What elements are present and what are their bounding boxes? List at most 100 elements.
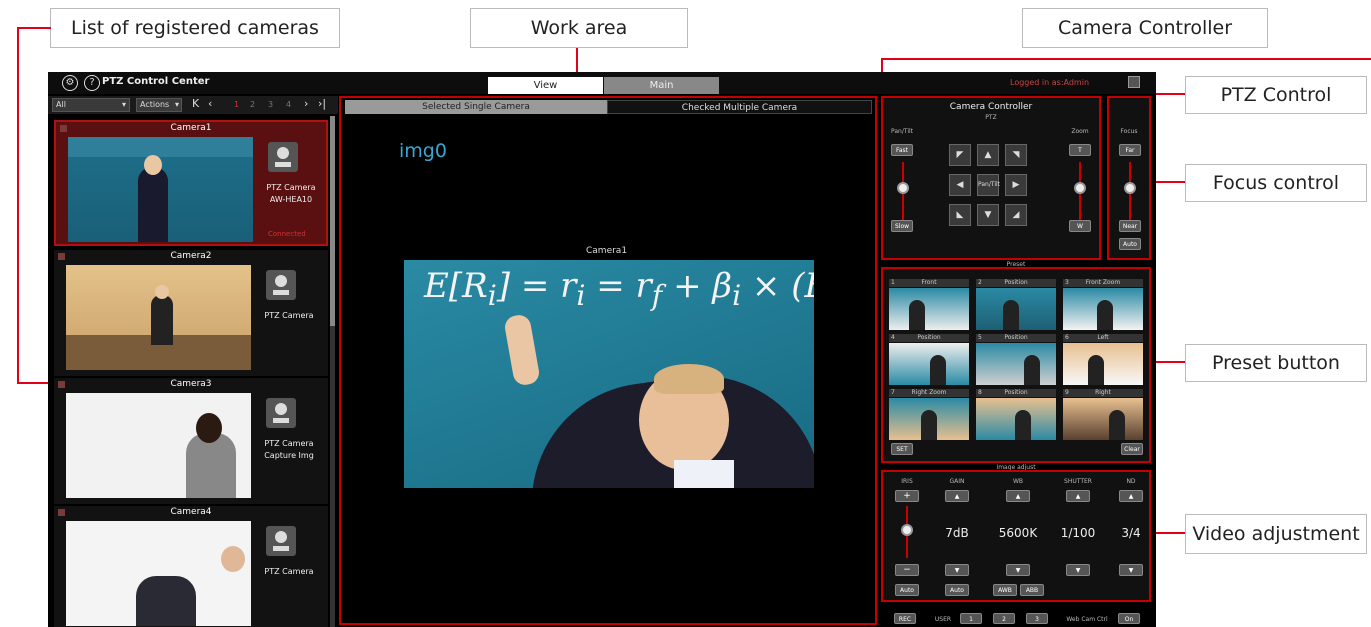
page-2[interactable]: 2 xyxy=(250,100,255,109)
camera-list-scrollbar[interactable] xyxy=(330,116,335,627)
camera-preview xyxy=(66,393,251,498)
camera-preview xyxy=(66,265,251,370)
preset-thumbnail-figure xyxy=(1024,355,1040,385)
iris-minus-button[interactable]: − xyxy=(895,564,919,576)
actions-select[interactable]: Actions ▾ xyxy=(136,98,182,112)
nd-down-button[interactable]: ▼ xyxy=(1119,564,1143,576)
preset-label-text: Position xyxy=(917,334,941,341)
gain-up-button[interactable]: ▲ xyxy=(945,490,969,502)
tab-view[interactable]: View xyxy=(488,77,603,94)
preset-clear-button[interactable]: Clear xyxy=(1121,443,1143,455)
tab-single-camera[interactable]: Selected Single Camera xyxy=(345,100,607,114)
camera-card[interactable]: Camera2 PTZ Camera xyxy=(54,250,328,376)
user-label: USER xyxy=(934,616,952,623)
pantilt-slow-button[interactable]: Slow xyxy=(891,220,913,232)
down-triangle-icon: ▼ xyxy=(954,567,960,574)
actions-label: Actions xyxy=(140,100,170,109)
shutter-label: SHUTTER xyxy=(1064,478,1092,485)
camera-card[interactable]: Camera4 PTZ Camera xyxy=(54,506,328,627)
preset-button[interactable]: 8 Position xyxy=(976,389,1056,441)
preset-button[interactable]: 5 Position xyxy=(976,334,1056,386)
up-left-arrow-icon[interactable]: ◤ xyxy=(949,144,971,166)
preset-button[interactable]: 1 Front xyxy=(889,279,969,331)
preset-thumbnail xyxy=(1063,398,1143,440)
camera-card[interactable]: Camera3 PTZ Camera Capture Img xyxy=(54,378,328,504)
preset-thumbnail-figure xyxy=(909,300,925,330)
camera-name: Camera2 xyxy=(170,251,212,261)
right-arrow-icon[interactable]: ▶ xyxy=(1005,174,1027,196)
preset-button[interactable]: 6 Left xyxy=(1063,334,1143,386)
awb-button[interactable]: AWB xyxy=(993,584,1017,596)
iris-slider[interactable] xyxy=(901,524,913,536)
shutter-down-button[interactable]: ▼ xyxy=(1066,564,1090,576)
webcam-on-button[interactable]: On xyxy=(1118,613,1140,624)
callout-focus: Focus control xyxy=(1185,164,1367,202)
preset-button[interactable]: 3 Front Zoom xyxy=(1063,279,1143,331)
nd-label: ND xyxy=(1126,478,1136,485)
zoom-slider[interactable] xyxy=(1074,182,1086,194)
page-1[interactable]: 1 xyxy=(234,100,239,109)
preset-label-text: Position xyxy=(1004,334,1028,341)
gain-auto-button[interactable]: Auto xyxy=(945,584,969,596)
camera-status: Connected xyxy=(268,230,306,238)
preset-set-button[interactable]: SET xyxy=(891,443,913,455)
focus-far-button[interactable]: Far xyxy=(1119,144,1141,156)
down-arrow-icon[interactable]: ▼ xyxy=(977,204,999,226)
tab-main[interactable]: Main xyxy=(604,77,719,94)
down-triangle-icon: ▼ xyxy=(1128,567,1134,574)
camera-name: Camera1 xyxy=(170,123,212,133)
next-page-icon[interactable]: › xyxy=(304,97,308,110)
group-select[interactable]: All ▾ xyxy=(52,98,130,112)
left-arrow-icon[interactable]: ◀ xyxy=(949,174,971,196)
up-right-arrow-icon[interactable]: ◥ xyxy=(1005,144,1027,166)
focus-near-button[interactable]: Near xyxy=(1119,220,1141,232)
app-title: PTZ Control Center xyxy=(102,76,210,87)
pantilt-home-button[interactable]: Pan/Tilt xyxy=(977,174,1000,196)
rec-button[interactable]: REC xyxy=(894,613,916,624)
preset-button[interactable]: 2 Position xyxy=(976,279,1056,331)
camera-card[interactable]: Camera1 PTZ Camera AW-HEA10 Connected xyxy=(54,120,328,246)
iris-plus-button[interactable]: + xyxy=(895,490,919,502)
abb-button[interactable]: ABB xyxy=(1020,584,1044,596)
logout-button[interactable] xyxy=(1128,76,1140,88)
wb-up-button[interactable]: ▲ xyxy=(1006,490,1030,502)
down-left-arrow-icon[interactable]: ◣ xyxy=(949,204,971,226)
page-3[interactable]: 3 xyxy=(268,100,273,109)
preset-number: 1 xyxy=(891,279,895,286)
gain-down-button[interactable]: ▼ xyxy=(945,564,969,576)
work-area: Selected Single Camera Checked Multiple … xyxy=(339,96,877,625)
page-4[interactable]: 4 xyxy=(286,100,291,109)
down-right-arrow-icon[interactable]: ◢ xyxy=(1005,204,1027,226)
wb-down-button[interactable]: ▼ xyxy=(1006,564,1030,576)
preset-thumbnail-figure xyxy=(930,355,946,385)
preset-button[interactable]: 9 Right xyxy=(1063,389,1143,441)
up-arrow-icon[interactable]: ▲ xyxy=(977,144,999,166)
zoom-wide-button[interactable]: W xyxy=(1069,220,1091,232)
zoom-label: Zoom xyxy=(1071,128,1089,135)
help-icon[interactable]: ? xyxy=(84,75,100,91)
user-button-3[interactable]: 3 xyxy=(1026,613,1048,624)
preset-button[interactable]: 4 Position xyxy=(889,334,969,386)
tab-multiple-camera[interactable]: Checked Multiple Camera xyxy=(607,100,872,114)
pantilt-speed-slider[interactable] xyxy=(897,182,909,194)
nd-up-button[interactable]: ▲ xyxy=(1119,490,1143,502)
callout-video: Video adjustment xyxy=(1185,514,1367,554)
preset-number: 3 xyxy=(1065,279,1069,286)
focus-slider[interactable] xyxy=(1124,182,1136,194)
preset-button[interactable]: 7 Right Zoom xyxy=(889,389,969,441)
user-button-2[interactable]: 2 xyxy=(993,613,1015,624)
shutter-up-button[interactable]: ▲ xyxy=(1066,490,1090,502)
prev-page-icon[interactable]: ‹ xyxy=(208,97,212,110)
iris-auto-button[interactable]: Auto xyxy=(895,584,919,596)
last-page-icon[interactable]: ›| xyxy=(318,97,326,110)
first-page-icon[interactable]: K xyxy=(192,97,199,110)
user-button-1[interactable]: 1 xyxy=(960,613,982,624)
zoom-tele-button[interactable]: T xyxy=(1069,144,1091,156)
top-bar: ⚙ ? PTZ Control Center View Main Logged … xyxy=(48,72,1156,94)
callout-ptz: PTZ Control xyxy=(1185,76,1367,114)
pantilt-fast-button[interactable]: Fast xyxy=(891,144,913,156)
scrollbar-thumb[interactable] xyxy=(330,116,335,326)
preset-panel: 1 Front 2 Position 3 Front Zoom 4 Position 5 Posi… xyxy=(881,267,1151,463)
settings-icon[interactable]: ⚙ xyxy=(62,75,78,91)
focus-auto-button[interactable]: Auto xyxy=(1119,238,1141,250)
